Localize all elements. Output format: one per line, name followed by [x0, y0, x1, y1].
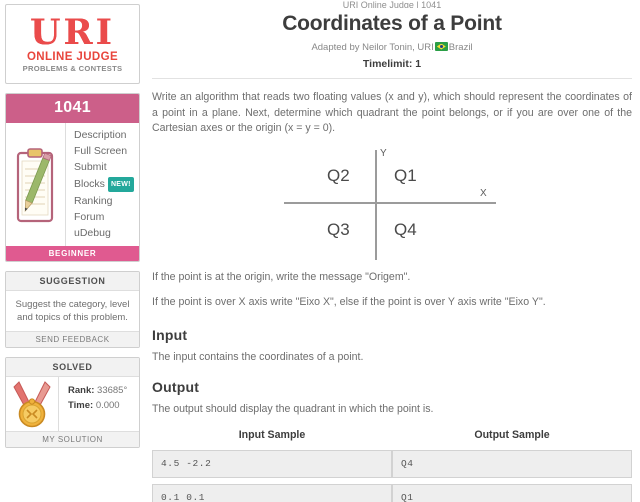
quadrant-label-q3: Q3 [327, 219, 350, 239]
origin-note: If the point is at the origin, write the… [152, 270, 411, 283]
timelimit: Timelimit: 1 [362, 58, 422, 70]
table-header-row: Input Sample Output Sample [152, 429, 632, 444]
menu-item-description[interactable]: Description [74, 127, 139, 143]
y-axis-line [375, 149, 377, 260]
brazil-flag-icon [434, 42, 448, 51]
problem-description: Write an algorithm that reads two floati… [152, 91, 632, 134]
time-row: Time: 0.000 [68, 398, 139, 413]
quadrant-diagram: Y X Q1 Q2 Q3 Q4 [272, 148, 512, 260]
column-header-input: Input Sample [238, 428, 306, 441]
sample-input-cell: 0.1 0.1 [152, 483, 392, 502]
medal-icon [6, 377, 58, 431]
suggestion-text: Suggest the category, level and topics o… [15, 299, 130, 323]
time-value: 0.000 [95, 400, 120, 411]
main-content: URI Online Judge | 1041 Coordinates of a… [145, 0, 640, 502]
output-description: The output should display the quadrant i… [152, 402, 434, 415]
sample-input-cell: 4.5 -2.2 [152, 449, 392, 478]
menu-item-label: Full Screen [74, 144, 128, 157]
breadcrumb: URI Online Judge | 1041 [342, 0, 442, 8]
clipboard-pencil-icon [6, 123, 65, 246]
rank-value: 33685° [97, 385, 128, 396]
menu-item-udebug[interactable]: uDebug [74, 225, 139, 241]
menu-item-full-screen[interactable]: Full Screen [74, 143, 139, 159]
logo-title: URI [23, 15, 123, 50]
sidebar: URI ONLINE JUDGE PROBLEMS & CONTESTS 104… [0, 0, 145, 502]
axis-note: If the point is over X axis write "Eixo … [152, 296, 546, 308]
quadrant-label-q4: Q4 [394, 219, 417, 239]
suggestion-panel: SUGGESTION Suggest the category, level a… [5, 271, 140, 348]
input-heading: Input [152, 326, 188, 343]
menu-item-label: Description [74, 128, 127, 141]
menu-item-blocks[interactable]: Blocks NEW! [74, 175, 139, 193]
problem-author: Adapted by Neilor Tonin, URI Brazil [152, 42, 632, 53]
table-row: 4.5 -2.2 Q4 [152, 449, 632, 478]
menu-item-label: Forum [74, 210, 105, 223]
sample-output-cell: Q4 [392, 449, 632, 478]
author-text: Adapted by Neilor Tonin, URI [311, 42, 434, 53]
input-description: The input contains the coordinates of a … [152, 350, 364, 363]
menu-item-label: Ranking [74, 194, 113, 207]
divider [152, 78, 632, 79]
problem-panel: 1041 Description Full Screen Submit Bloc… [5, 93, 140, 262]
site-logo[interactable]: URI ONLINE JUDGE PROBLEMS & CONTESTS [5, 4, 140, 84]
menu-item-label: Blocks [74, 177, 105, 190]
new-badge: NEW! [107, 176, 134, 192]
send-feedback-button[interactable]: SEND FEEDBACK [6, 331, 139, 347]
author-country: Brazil [448, 42, 473, 53]
menu-item-label: Submit [74, 160, 107, 173]
suggestion-header: SUGGESTION [6, 272, 139, 291]
solved-panel: SOLVED Rank: 33685° Time: 0.000 MY SOLUT… [5, 357, 140, 448]
problem-menu: Description Full Screen Submit Blocks NEW… [65, 123, 139, 246]
x-axis-label: X [480, 187, 487, 199]
solved-header: SOLVED [6, 358, 139, 377]
y-axis-label: Y [380, 147, 387, 159]
menu-item-forum[interactable]: Forum [74, 209, 139, 225]
logo-subtitle-1: ONLINE JUDGE [26, 50, 119, 63]
my-solution-button[interactable]: MY SOLUTION [6, 431, 139, 447]
logo-subtitle-2: PROBLEMS & CONTESTS [22, 64, 123, 74]
table-row: 0.1 0.1 Q1 [152, 483, 632, 502]
problem-number: 1041 [6, 94, 139, 123]
quadrant-label-q2: Q2 [327, 165, 350, 185]
quadrant-label-q1: Q1 [394, 165, 417, 185]
menu-item-ranking[interactable]: Ranking [74, 193, 139, 209]
page-root: URI ONLINE JUDGE PROBLEMS & CONTESTS 104… [0, 0, 640, 502]
sample-table: Input Sample Output Sample 4.5 -2.2 Q4 0… [152, 423, 632, 502]
sample-output-cell: Q1 [392, 483, 632, 502]
page-title: Coordinates of a Point [282, 12, 502, 35]
x-axis-line [284, 201, 496, 204]
problem-level-badge: BEGINNER [6, 246, 139, 261]
rank-label: Rank: [68, 385, 95, 396]
rank-row: Rank: 33685° [68, 383, 139, 398]
time-label: Time: [68, 400, 94, 411]
output-heading: Output [152, 378, 200, 395]
column-header-output: Output Sample [474, 428, 550, 441]
menu-item-label: uDebug [74, 226, 111, 239]
menu-item-submit[interactable]: Submit [74, 159, 139, 175]
